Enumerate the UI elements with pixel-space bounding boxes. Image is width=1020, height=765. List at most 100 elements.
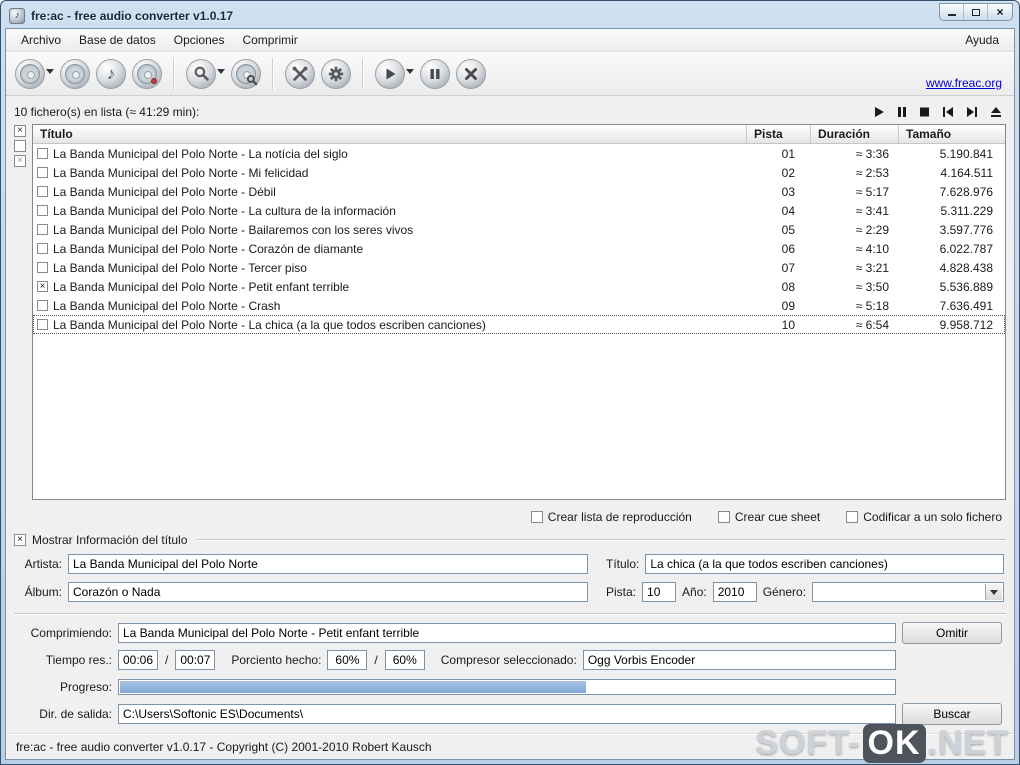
row-track: 10 — [781, 317, 795, 332]
table-row[interactable]: La Banda Municipal del Polo Norte - La c… — [33, 315, 1005, 334]
create-playlist-label: Crear lista de reproducción — [547, 510, 692, 524]
gear-icon — [321, 58, 351, 89]
album-field[interactable] — [68, 582, 588, 602]
row-checkbox[interactable] — [37, 300, 48, 311]
client-area: Archivo Base de datos Opciones Comprimir… — [5, 28, 1015, 760]
menu-archivo[interactable]: Archivo — [12, 30, 70, 50]
time-track-field[interactable] — [118, 649, 158, 670]
select-none-checkbox[interactable] — [14, 140, 26, 152]
checkbox-icon — [717, 511, 730, 523]
row-track: 09 — [781, 298, 795, 313]
row-track: 03 — [781, 184, 795, 199]
next-button[interactable] — [966, 106, 978, 118]
single-file-checkbox[interactable]: Codificar a un solo fichero — [846, 510, 1002, 524]
table-row[interactable]: La Banda Municipal del Polo Norte - La n… — [33, 144, 1005, 163]
skip-button[interactable]: Omitir — [902, 621, 1002, 644]
row-checkbox[interactable] — [37, 319, 48, 330]
maximize-button[interactable] — [964, 4, 988, 20]
track-field[interactable] — [642, 582, 677, 602]
encoder-field[interactable] — [582, 649, 896, 670]
freac-website-link[interactable]: www.freac.org — [926, 76, 1002, 90]
year-field[interactable] — [712, 582, 757, 602]
toolbox-button[interactable] — [284, 58, 316, 90]
cddb-query-button[interactable] — [185, 58, 226, 90]
cd-info-button[interactable] — [131, 58, 163, 90]
add-files-button[interactable]: ♪ — [95, 58, 127, 90]
create-cue-sheet-label: Crear cue sheet — [734, 510, 821, 524]
row-checkbox[interactable] — [37, 243, 48, 254]
stop-encoding-button[interactable] — [455, 58, 487, 90]
row-title: La Banda Municipal del Polo Norte - Cras… — [53, 298, 281, 313]
minimize-button[interactable] — [940, 4, 964, 20]
pause-encoding-button[interactable] — [419, 58, 451, 90]
table-row[interactable]: La Banda Municipal del Polo Norte - Cora… — [33, 239, 1005, 258]
cddb-cd-query-button[interactable] — [230, 58, 262, 90]
output-dir-field[interactable] — [118, 703, 896, 724]
tag-row-2: Álbum: Pista: Año: Género: — [14, 578, 1006, 606]
row-checkbox[interactable] — [37, 262, 48, 273]
title-bar[interactable]: ♪ fre:ac - free audio converter v1.0.17 … — [1, 1, 1019, 28]
settings-button[interactable] — [320, 58, 352, 90]
output-dir-label: Dir. de salida: — [39, 706, 112, 721]
row-checkbox[interactable] — [37, 186, 48, 197]
toggle-selection-checkbox[interactable]: × — [14, 155, 26, 167]
eject-button[interactable] — [990, 106, 1002, 118]
cd-add-icon — [15, 58, 45, 89]
table-row[interactable]: × La Banda Municipal del Polo Norte - Pe… — [33, 277, 1005, 296]
table-row[interactable]: La Banda Municipal del Polo Norte - Mi f… — [33, 163, 1005, 182]
row-checkbox[interactable]: × — [37, 281, 48, 292]
create-cue-sheet-checkbox[interactable]: Crear cue sheet — [717, 510, 821, 524]
table-row[interactable]: La Banda Municipal del Polo Norte - Cras… — [33, 296, 1005, 315]
genre-label: Género: — [762, 585, 807, 599]
table-row[interactable]: La Banda Municipal del Polo Norte - Bail… — [33, 220, 1005, 239]
checkbox-icon — [530, 511, 543, 523]
stop-button[interactable] — [919, 106, 930, 118]
encoding-progress-row: Progreso: — [14, 673, 1006, 700]
column-header-duracion[interactable]: Duración — [811, 125, 899, 143]
percent-total-field[interactable] — [384, 649, 425, 670]
close-button[interactable]: × — [988, 4, 1012, 20]
table-rows: La Banda Municipal del Polo Norte - La n… — [33, 144, 1005, 499]
previous-button[interactable] — [942, 106, 954, 118]
menu-base-de-datos[interactable]: Base de datos — [70, 30, 165, 50]
row-duration: ≈ 3:36 — [855, 146, 889, 161]
column-header-tamano[interactable]: Tamaño — [899, 125, 1005, 143]
table-row[interactable]: La Banda Municipal del Polo Norte - La c… — [33, 201, 1005, 220]
select-all-checkbox[interactable]: × — [14, 125, 26, 137]
artist-field[interactable] — [68, 554, 588, 574]
menu-comprimir[interactable]: Comprimir — [233, 30, 306, 50]
show-tag-info-checkbox[interactable]: × — [14, 534, 26, 546]
freac-window: ♪ fre:ac - free audio converter v1.0.17 … — [0, 0, 1020, 765]
menu-opciones[interactable]: Opciones — [165, 30, 234, 50]
genre-dropdown[interactable] — [812, 582, 1004, 602]
menu-ayuda[interactable]: Ayuda — [956, 30, 1008, 50]
create-playlist-checkbox[interactable]: Crear lista de reproducción — [530, 510, 692, 524]
table-row[interactable]: La Banda Municipal del Polo Norte - Débi… — [33, 182, 1005, 201]
table-row[interactable]: La Banda Municipal del Polo Norte - Terc… — [33, 258, 1005, 277]
add-cd-contents-button[interactable] — [14, 58, 55, 90]
row-size: 5.536.889 — [939, 279, 993, 294]
eject-icon — [991, 107, 1001, 117]
pause-circle-icon — [420, 58, 450, 89]
row-track: 07 — [781, 260, 795, 275]
browse-button[interactable]: Buscar — [902, 702, 1002, 725]
start-encoding-button[interactable] — [374, 58, 415, 90]
row-checkbox[interactable] — [37, 224, 48, 235]
output-dir-row: Dir. de salida: Buscar — [14, 700, 1006, 727]
menu-bar: Archivo Base de datos Opciones Comprimir… — [6, 29, 1014, 52]
dropdown-button[interactable] — [985, 584, 1002, 600]
row-checkbox[interactable] — [37, 167, 48, 178]
encoding-current-field[interactable] — [118, 622, 896, 643]
row-duration: ≈ 2:53 — [855, 165, 889, 180]
row-checkbox[interactable] — [37, 148, 48, 159]
row-checkbox[interactable] — [37, 205, 48, 216]
time-total-field[interactable] — [175, 649, 216, 670]
play-button[interactable] — [874, 106, 885, 118]
column-header-pista[interactable]: Pista — [747, 125, 811, 143]
pause-button[interactable] — [897, 106, 907, 118]
rip-cd-button[interactable] — [59, 58, 91, 90]
percent-track-field[interactable] — [327, 649, 368, 670]
title-field[interactable] — [645, 554, 1004, 574]
column-header-titulo[interactable]: Título — [33, 125, 747, 143]
row-duration: ≈ 3:21 — [855, 260, 889, 275]
